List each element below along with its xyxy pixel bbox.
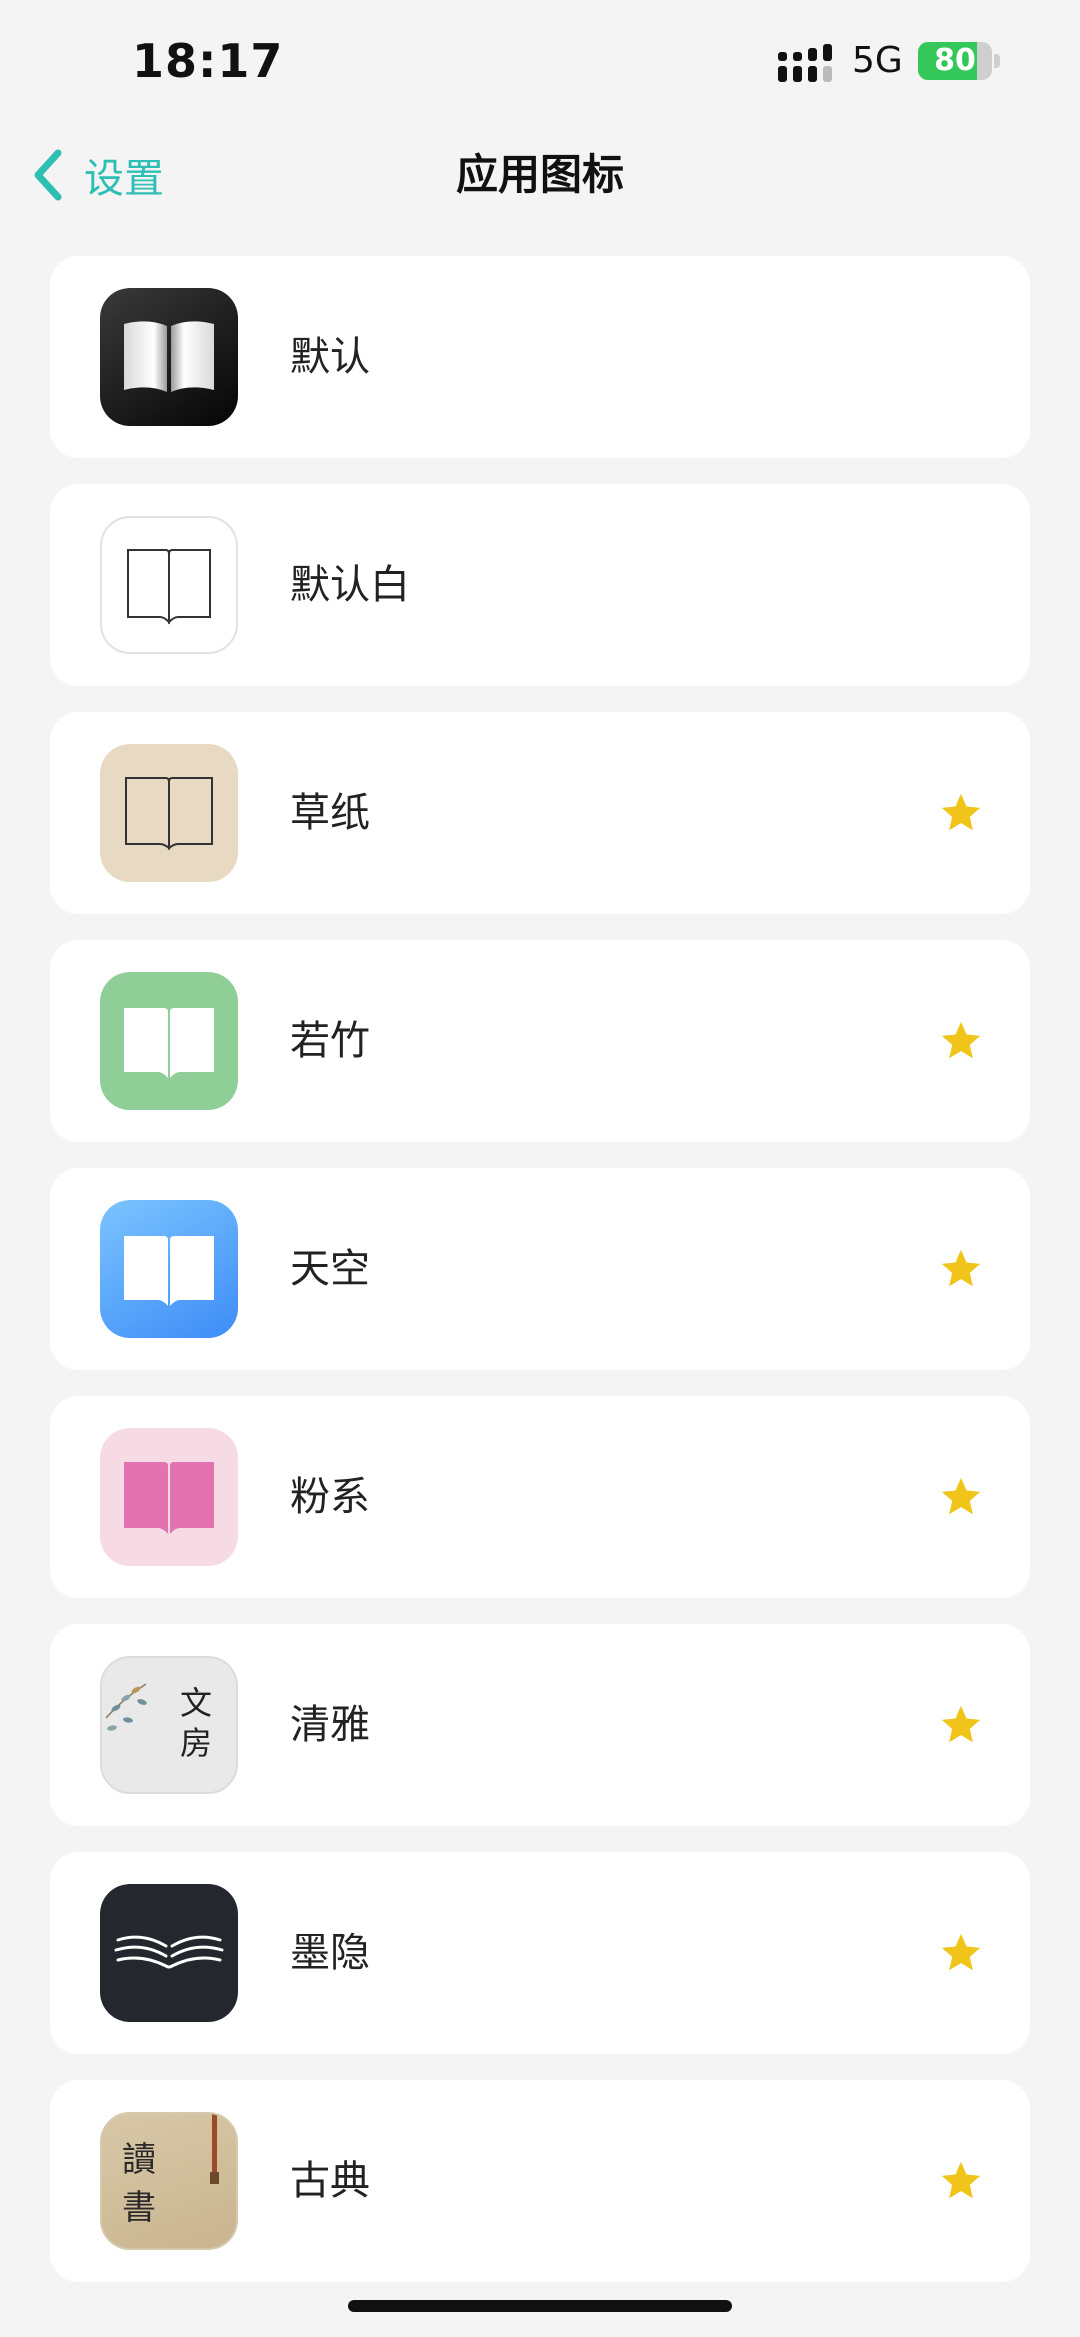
icon-option-label: 清雅	[290, 1702, 370, 1748]
icon-option-label: 默认	[290, 334, 370, 380]
icon-glyph-bottom: 書	[122, 2188, 156, 2228]
icon-option-label: 默认白	[290, 562, 410, 608]
icon-option-default-white[interactable]: 默认白	[50, 484, 1030, 686]
book-outline-white-icon	[100, 516, 238, 654]
book-black-icon	[100, 288, 238, 426]
app-icon-list: 默认 默认白 草纸 若竹 天空 粉系 文 房 清雅 墨隐 讀 書 古典	[50, 256, 1030, 2308]
status-time: 18:17	[132, 34, 284, 88]
book-ink-icon	[100, 1884, 238, 2022]
star-icon	[941, 1477, 981, 1515]
wenfang-icon: 文 房	[100, 1656, 238, 1794]
status-bar: 18:17 5G 80	[0, 0, 1080, 120]
icon-option-draft-paper[interactable]: 草纸	[50, 712, 1030, 914]
star-icon	[941, 1705, 981, 1743]
icon-option-sky[interactable]: 天空	[50, 1168, 1030, 1370]
signal-icon	[778, 44, 834, 84]
icon-option-label: 古典	[290, 2158, 370, 2204]
star-icon	[941, 1249, 981, 1287]
icon-glyph-top: 讀	[122, 2140, 156, 2180]
icon-option-label: 粉系	[290, 1474, 370, 1520]
star-icon	[941, 1021, 981, 1059]
icon-option-ink[interactable]: 墨隐	[50, 1852, 1030, 2054]
star-icon	[941, 793, 981, 831]
icon-option-elegant[interactable]: 文 房 清雅	[50, 1624, 1030, 1826]
battery-level: 80	[934, 43, 976, 78]
icon-glyph-bottom: 房	[180, 1724, 213, 1762]
dushu-icon: 讀 書	[100, 2112, 238, 2250]
icon-option-pink[interactable]: 粉系	[50, 1396, 1030, 1598]
icon-option-bamboo[interactable]: 若竹	[50, 940, 1030, 1142]
book-pink-icon	[100, 1428, 238, 1566]
book-outline-beige-icon	[100, 744, 238, 882]
icon-option-classic[interactable]: 讀 書 古典	[50, 2080, 1030, 2282]
nav-bar: 设置 应用图标	[0, 130, 1080, 220]
battery-icon: 80	[918, 42, 1000, 80]
home-indicator[interactable]	[348, 2300, 732, 2312]
icon-option-default[interactable]: 默认	[50, 256, 1030, 458]
page-title: 应用图标	[455, 150, 624, 199]
book-green-icon	[100, 972, 238, 1110]
icon-option-label: 天空	[290, 1246, 370, 1292]
star-icon	[941, 1933, 981, 1971]
icon-option-label: 草纸	[290, 790, 370, 836]
star-icon	[941, 2161, 981, 2199]
book-blue-icon	[100, 1200, 238, 1338]
icon-option-label: 若竹	[290, 1018, 370, 1064]
network-type: 5G	[852, 40, 903, 81]
icon-option-label: 墨隐	[290, 1930, 370, 1976]
